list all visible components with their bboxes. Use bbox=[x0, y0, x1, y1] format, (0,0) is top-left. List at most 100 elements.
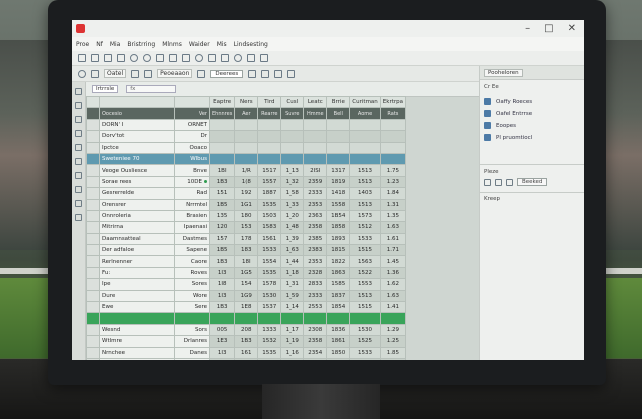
row-header-cell[interactable] bbox=[86, 141, 100, 154]
column-header[interactable]: Ekrtrpa bbox=[379, 95, 407, 109]
name-cell[interactable]: Rerlnenner bbox=[99, 255, 175, 268]
row-header-cell[interactable] bbox=[86, 130, 100, 143]
type-cell[interactable]: Sores bbox=[174, 278, 210, 291]
table-row[interactable]: Wesnd Sors 005 208 1333 1_17 2308 1836 1530 1.29 bbox=[86, 323, 407, 337]
value-cell[interactable]: 1535 bbox=[257, 346, 282, 360]
value-cell[interactable]: 135 bbox=[208, 209, 236, 223]
draw-icon[interactable] bbox=[495, 178, 502, 186]
refresh-icon[interactable] bbox=[195, 54, 203, 62]
name-cell[interactable]: Veoge Ousliesce bbox=[99, 164, 175, 177]
pointer-icon[interactable] bbox=[274, 69, 283, 78]
value-cell[interactable]: 2358 bbox=[303, 335, 328, 348]
value-cell[interactable]: 1554 bbox=[257, 255, 282, 268]
value-cell[interactable] bbox=[257, 312, 282, 325]
type-cell[interactable]: Drlanres bbox=[174, 335, 210, 348]
row-header-cell[interactable] bbox=[86, 107, 100, 120]
value-cell[interactable]: 1.29 bbox=[379, 323, 407, 337]
table-row[interactable]: Ipe Sores 1I8 154 1578 1_31 2833 1585 1553 1.62 bbox=[86, 278, 407, 291]
formula-input[interactable]: fx bbox=[126, 85, 177, 93]
menu-item[interactable]: Bristrring bbox=[127, 41, 155, 48]
value-cell[interactable]: 005 bbox=[208, 323, 236, 337]
comment-icon[interactable] bbox=[75, 172, 82, 179]
format-icon[interactable] bbox=[287, 69, 296, 78]
name-cell[interactable] bbox=[99, 312, 175, 325]
type-cell[interactable]: Dastmes bbox=[174, 232, 210, 246]
search-icon[interactable] bbox=[234, 54, 242, 62]
value-cell[interactable]: 1418 bbox=[326, 187, 351, 200]
panel-list-item[interactable]: Oaffy Roeces bbox=[484, 98, 532, 105]
value-cell[interactable] bbox=[379, 312, 407, 325]
value-cell[interactable]: 1837 bbox=[326, 289, 351, 303]
value-cell[interactable]: 1532 bbox=[257, 335, 282, 348]
value-cell[interactable] bbox=[280, 118, 305, 132]
value-cell[interactable]: 192 bbox=[234, 187, 259, 200]
value-cell[interactable]: 1I3 bbox=[208, 289, 236, 303]
value-cell[interactable] bbox=[208, 130, 236, 143]
row-header-cell[interactable] bbox=[86, 278, 100, 291]
value-cell[interactable]: 1(8 bbox=[234, 175, 259, 189]
name-cell[interactable]: Orensrer bbox=[99, 198, 175, 211]
panel-dropdown[interactable]: Beeked bbox=[517, 178, 548, 186]
value-cell[interactable]: 1585 bbox=[326, 278, 351, 291]
row-header-cell[interactable] bbox=[86, 152, 100, 166]
value-cell[interactable]: 1553 bbox=[349, 278, 381, 291]
value-cell[interactable] bbox=[349, 312, 381, 325]
menu-item[interactable]: Nf bbox=[96, 41, 103, 48]
type-cell[interactable]: Sapene bbox=[174, 244, 210, 257]
grid-icon[interactable] bbox=[197, 69, 206, 78]
value-cell[interactable]: 1578 bbox=[257, 278, 282, 291]
menu-item[interactable]: Proe bbox=[76, 41, 89, 48]
value-cell[interactable]: 1515 bbox=[349, 244, 381, 257]
maximize-icon[interactable]: □ bbox=[544, 23, 553, 34]
column-header[interactable]: Ners bbox=[234, 95, 259, 109]
row-header-cell[interactable] bbox=[86, 301, 100, 314]
value-cell[interactable] bbox=[208, 141, 236, 154]
value-cell[interactable]: 2333 bbox=[303, 289, 328, 303]
value-cell[interactable]: 1_59 bbox=[280, 289, 305, 303]
value-cell[interactable]: 1858 bbox=[326, 221, 351, 234]
row-header-cell[interactable] bbox=[86, 164, 100, 177]
value-cell[interactable] bbox=[280, 130, 305, 143]
row-header-cell[interactable] bbox=[86, 232, 100, 246]
name-cell[interactable]: Wtlmre bbox=[99, 335, 175, 348]
align-icon[interactable] bbox=[91, 69, 99, 78]
value-cell[interactable]: 1G1 bbox=[234, 198, 259, 211]
value-cell[interactable]: 1.41 bbox=[379, 301, 407, 314]
value-cell[interactable]: 2308 bbox=[303, 323, 328, 337]
table-row[interactable]: NlaponeTetiove1B31B315331_13239318151533… bbox=[86, 357, 407, 360]
value-cell[interactable]: 1B3 bbox=[208, 175, 236, 189]
name-box[interactable]: Irtrrsle bbox=[92, 85, 119, 93]
undo-icon[interactable] bbox=[130, 54, 138, 62]
type-cell[interactable]: Sere bbox=[174, 301, 210, 314]
value-cell[interactable]: 1558 bbox=[326, 198, 351, 211]
table-row[interactable]: Veoge Ousliesce Bnve 1BI 1/R 1517 1_13 2ISI 131… bbox=[86, 164, 407, 177]
table-row[interactable]: Oocesio Ver Ehnnres Aer Rearre Suvre Hmme Bell A… bbox=[86, 107, 407, 120]
name-cell[interactable]: Ipctce bbox=[99, 141, 175, 154]
value-cell[interactable]: 2359 bbox=[303, 175, 328, 189]
fill-color-icon[interactable] bbox=[506, 178, 513, 186]
value-cell[interactable]: 1B54 bbox=[326, 209, 351, 223]
value-cell[interactable]: 1530 bbox=[349, 323, 381, 337]
type-cell[interactable]: Ver bbox=[174, 107, 210, 120]
value-cell[interactable]: 154 bbox=[234, 278, 259, 291]
value-cell[interactable]: 1.31 bbox=[379, 198, 407, 211]
name-cell[interactable]: Ipe bbox=[99, 278, 175, 291]
table-row[interactable]: Rerlnenner Caore 1B3 18I 1554 1_44 2353 1822 156… bbox=[86, 255, 407, 268]
value-cell[interactable]: 157 bbox=[208, 232, 236, 246]
value-cell[interactable]: 1_44 bbox=[280, 255, 305, 268]
value-cell[interactable]: 1_14 bbox=[280, 301, 305, 314]
value-cell[interactable]: 1G5 bbox=[234, 266, 259, 280]
value-cell[interactable]: Hmme bbox=[303, 107, 328, 120]
value-cell[interactable]: 1819 bbox=[326, 175, 351, 189]
value-cell[interactable]: 1B3 bbox=[208, 357, 236, 360]
name-cell[interactable]: Ewe bbox=[99, 301, 175, 314]
table-row[interactable]: Nrnchee Danes 1I3 161 1535 1_16 2354 1850 1533 1.… bbox=[86, 346, 407, 360]
wrap-icon[interactable] bbox=[261, 69, 270, 78]
name-cell[interactable]: Sorae rees bbox=[99, 175, 175, 189]
value-cell[interactable]: 1_39 bbox=[280, 232, 305, 246]
value-cell[interactable] bbox=[280, 152, 305, 166]
value-cell[interactable] bbox=[208, 312, 236, 325]
type-cell[interactable]: Caore bbox=[174, 255, 210, 268]
function-icon[interactable] bbox=[75, 144, 82, 151]
value-cell[interactable]: 1_63 bbox=[280, 244, 305, 257]
